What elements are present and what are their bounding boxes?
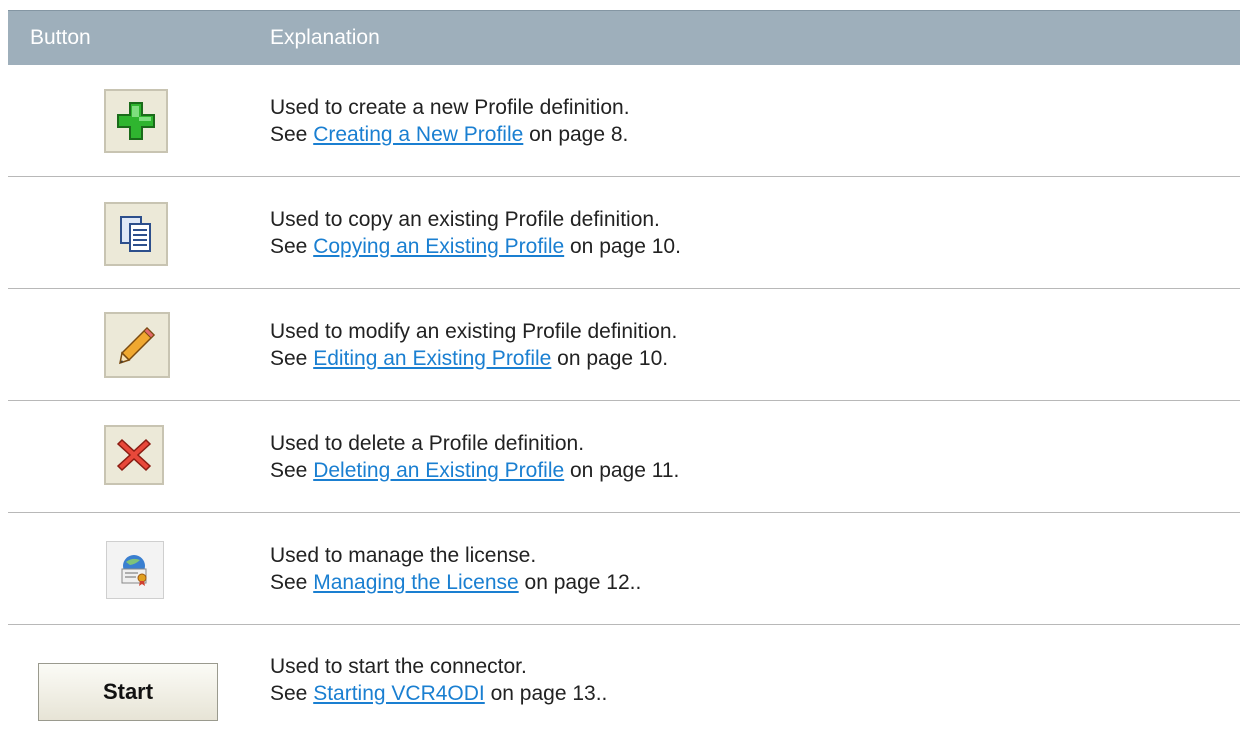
pencil-edit-icon	[119, 326, 156, 365]
link-creating-new-profile[interactable]: Creating a New Profile	[313, 123, 523, 146]
start-button[interactable]: Start	[38, 663, 218, 721]
row-description: Used to create a new Profile definition.	[270, 95, 630, 119]
delete-x-icon	[116, 438, 152, 472]
row-description: Used to delete a Profile definition.	[270, 431, 585, 455]
license-button[interactable]	[106, 541, 164, 599]
row-description: Used to manage the license.	[270, 543, 537, 567]
header-explanation: Explanation	[270, 26, 380, 49]
link-deleting-existing-profile[interactable]: Deleting an Existing Profile	[313, 459, 564, 482]
link-editing-existing-profile[interactable]: Editing an Existing Profile	[313, 347, 551, 370]
row-description: Used to modify an existing Profile defin…	[270, 319, 678, 343]
edit-button[interactable]	[104, 312, 170, 378]
table-row: Used to manage the license. See Managing…	[8, 513, 1240, 625]
copy-documents-icon	[120, 216, 151, 252]
add-button[interactable]	[104, 89, 168, 153]
delete-button[interactable]	[104, 425, 164, 485]
link-managing-license[interactable]: Managing the License	[313, 571, 518, 594]
table-row: Used to create a new Profile definition.…	[8, 65, 1240, 177]
row-description: Used to copy an existing Profile definit…	[270, 207, 660, 231]
row-description: Used to start the connector.	[270, 654, 527, 678]
header-button: Button	[30, 26, 91, 49]
copy-button[interactable]	[104, 202, 168, 266]
link-copying-existing-profile[interactable]: Copying an Existing Profile	[313, 235, 564, 258]
buttons-table: Button Explanation Used to create a new …	[8, 10, 1240, 734]
table-row: Used to modify an existing Profile defin…	[8, 289, 1240, 401]
table-row: Start Used to start the connector. See S…	[8, 625, 1240, 734]
table-row: Used to delete a Profile definition. See…	[8, 401, 1240, 513]
license-certificate-icon	[121, 555, 147, 586]
table-row: Used to copy an existing Profile definit…	[8, 177, 1240, 289]
link-starting-vcr4odi[interactable]: Starting VCR4ODI	[313, 682, 485, 705]
table-header: Button Explanation	[8, 10, 1240, 65]
add-plus-icon	[117, 102, 155, 140]
